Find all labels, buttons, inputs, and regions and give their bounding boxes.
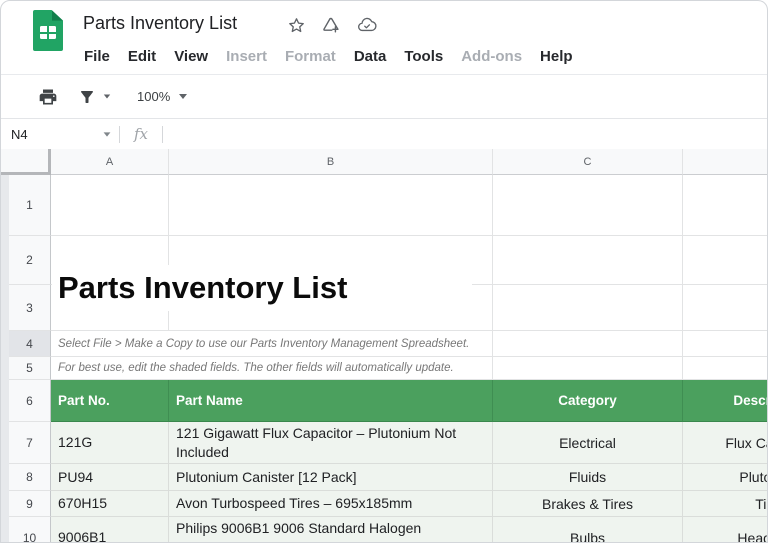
- table-row: 7 121G 121 Gigawatt Flux Capacitor – Plu…: [1, 422, 767, 464]
- cell-category[interactable]: Bulbs: [493, 517, 683, 542]
- cell-C5[interactable]: [493, 357, 683, 380]
- cell-C1[interactable]: [493, 175, 683, 236]
- menu-help[interactable]: Help: [531, 44, 582, 69]
- menu-tools[interactable]: Tools: [395, 44, 452, 69]
- cell-part-no[interactable]: 9006B1: [51, 517, 169, 542]
- cell-description[interactable]: Tires: [683, 491, 767, 517]
- menu-format[interactable]: Format: [276, 44, 345, 69]
- formula-bar: N4 fx: [1, 119, 767, 149]
- cell-C4[interactable]: [493, 331, 683, 357]
- cell-part-name[interactable]: 121 Gigawatt Flux Capacitor – Plutonium …: [169, 422, 493, 464]
- table-header-part-name[interactable]: Part Name: [169, 380, 493, 422]
- cell-part-name[interactable]: Plutonium Canister [12 Pack]: [169, 464, 493, 491]
- cell-part-name[interactable]: Avon Turbospeed Tires – 695x185mm: [169, 491, 493, 517]
- cell-part-name[interactable]: Philips 9006B1 9006 Standard Halogen Rep…: [169, 517, 493, 542]
- cell-A1[interactable]: [51, 175, 169, 236]
- menu-view[interactable]: View: [165, 44, 217, 69]
- spreadsheet-grid: A B C 1 2 3 4 Select File > Make a Copy …: [1, 149, 767, 542]
- formula-input[interactable]: [163, 119, 767, 149]
- fx-icon: fx: [134, 125, 149, 143]
- cell-D1[interactable]: [683, 175, 767, 236]
- zoom-caret-icon[interactable]: [179, 94, 188, 99]
- cell-description[interactable]: Flux Capacitor: [683, 422, 767, 464]
- sheet-title[interactable]: Parts Inventory List: [52, 265, 472, 311]
- column-header-b[interactable]: B: [169, 149, 493, 175]
- menu-file[interactable]: File: [75, 44, 119, 69]
- star-icon[interactable]: [287, 16, 306, 35]
- title-action-icons: [287, 14, 378, 36]
- sheets-logo-icon[interactable]: [33, 10, 63, 51]
- menu-addons[interactable]: Add-ons: [452, 44, 531, 69]
- note-make-a-copy[interactable]: Select File > Make a Copy to use our Par…: [51, 331, 493, 357]
- toolbar: 100%: [1, 75, 767, 118]
- name-box-caret-icon[interactable]: [103, 131, 111, 137]
- formula-bar-separator: [119, 125, 120, 143]
- filter-caret-icon: [103, 94, 111, 99]
- sheet-row-1: 1: [1, 175, 767, 236]
- sheet-row-5: 5 For best use, edit the shaded fields. …: [1, 357, 767, 380]
- add-shortcut-to-drive-icon[interactable]: [321, 15, 341, 35]
- cell-D5[interactable]: [683, 357, 767, 380]
- google-sheets-window: Parts Inventory List File Edit View Inse…: [0, 0, 768, 543]
- cloud-saved-icon[interactable]: [356, 15, 378, 35]
- column-header-row: A B C: [1, 149, 767, 175]
- menu-edit[interactable]: Edit: [119, 44, 165, 69]
- table-row: 8 PU94 Plutonium Canister [12 Pack] Flui…: [1, 464, 767, 491]
- cell-description[interactable]: Headlights: [683, 517, 767, 542]
- cell-D2[interactable]: [683, 236, 767, 285]
- document-title[interactable]: Parts Inventory List: [83, 13, 237, 34]
- table-header-description[interactable]: Description: [683, 380, 767, 422]
- column-header-a[interactable]: A: [51, 149, 169, 175]
- column-header-c[interactable]: C: [493, 149, 683, 175]
- cell-category[interactable]: Brakes & Tires: [493, 491, 683, 517]
- cell-category[interactable]: Electrical: [493, 422, 683, 464]
- sheet-row-4: 4 Select File > Make a Copy to use our P…: [1, 331, 767, 357]
- cell-reference: N4: [11, 126, 28, 142]
- left-edge-strip: [1, 175, 9, 542]
- table-row: 9 670H15 Avon Turbospeed Tires – 695x185…: [1, 491, 767, 517]
- menu-bar: File Edit View Insert Format Data Tools …: [75, 42, 582, 70]
- note-shaded-fields[interactable]: For best use, edit the shaded fields. Th…: [51, 357, 493, 380]
- cell-category[interactable]: Fluids: [493, 464, 683, 491]
- cell-B1[interactable]: [169, 175, 493, 236]
- cell-part-no[interactable]: 121G: [51, 422, 169, 464]
- table-header-part-no[interactable]: Part No.: [51, 380, 169, 422]
- cell-part-no[interactable]: PU94: [51, 464, 169, 491]
- cell-C3[interactable]: [493, 285, 683, 331]
- menu-data[interactable]: Data: [345, 44, 396, 69]
- table-header-row: 6 Part No. Part Name Category Descriptio…: [1, 380, 767, 422]
- column-header-d[interactable]: [683, 149, 767, 175]
- cell-C2[interactable]: [493, 236, 683, 285]
- filter-button[interactable]: [78, 88, 111, 106]
- menu-insert[interactable]: Insert: [217, 44, 276, 69]
- print-button[interactable]: [38, 87, 58, 107]
- cell-D4[interactable]: [683, 331, 767, 357]
- cell-description[interactable]: Plutonium: [683, 464, 767, 491]
- cell-D3[interactable]: [683, 285, 767, 331]
- zoom-select[interactable]: 100%: [137, 89, 170, 104]
- cell-part-no[interactable]: 670H15: [51, 491, 169, 517]
- select-all-corner[interactable]: [1, 149, 51, 175]
- name-box[interactable]: N4: [1, 127, 119, 142]
- table-header-category[interactable]: Category: [493, 380, 683, 422]
- table-row: 10 9006B1 Philips 9006B1 9006 Standard H…: [1, 517, 767, 542]
- sheets-logo-grid: [40, 26, 56, 39]
